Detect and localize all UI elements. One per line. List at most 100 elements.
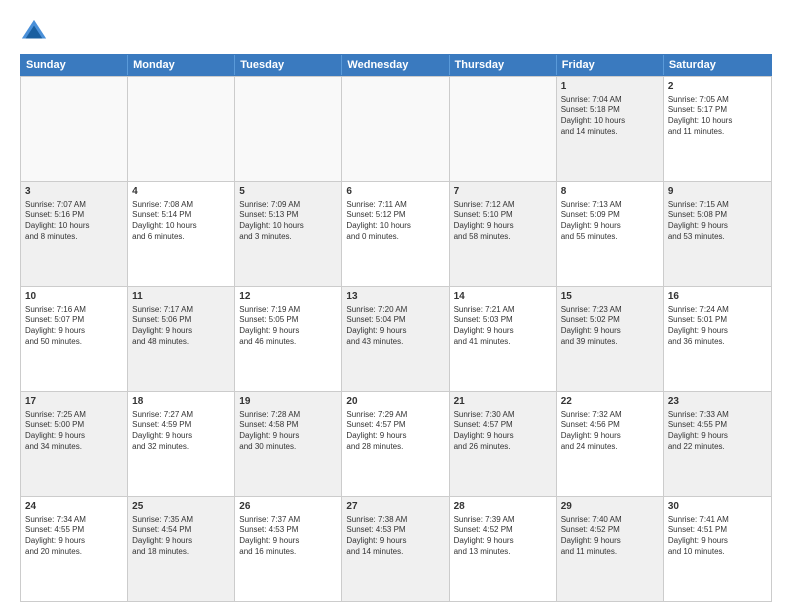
- day-number: 30: [668, 500, 767, 514]
- day-number: 19: [239, 395, 337, 409]
- cell-info: Sunrise: 7:12 AM Sunset: 5:10 PM Dayligh…: [454, 200, 552, 243]
- calendar-cell-16: 16Sunrise: 7:24 AM Sunset: 5:01 PM Dayli…: [664, 287, 771, 391]
- calendar-cell-empty-0-2: [235, 77, 342, 181]
- day-number: 28: [454, 500, 552, 514]
- calendar-cell-18: 18Sunrise: 7:27 AM Sunset: 4:59 PM Dayli…: [128, 392, 235, 496]
- calendar: SundayMondayTuesdayWednesdayThursdayFrid…: [20, 54, 772, 602]
- cell-info: Sunrise: 7:21 AM Sunset: 5:03 PM Dayligh…: [454, 305, 552, 348]
- day-number: 27: [346, 500, 444, 514]
- day-number: 5: [239, 185, 337, 199]
- cell-info: Sunrise: 7:38 AM Sunset: 4:53 PM Dayligh…: [346, 515, 444, 558]
- weekday-header-wednesday: Wednesday: [342, 55, 449, 75]
- calendar-cell-empty-0-3: [342, 77, 449, 181]
- day-number: 20: [346, 395, 444, 409]
- calendar-cell-3: 3Sunrise: 7:07 AM Sunset: 5:16 PM Daylig…: [21, 182, 128, 286]
- cell-info: Sunrise: 7:09 AM Sunset: 5:13 PM Dayligh…: [239, 200, 337, 243]
- day-number: 2: [668, 80, 767, 94]
- day-number: 16: [668, 290, 767, 304]
- calendar-cell-25: 25Sunrise: 7:35 AM Sunset: 4:54 PM Dayli…: [128, 497, 235, 601]
- cell-info: Sunrise: 7:32 AM Sunset: 4:56 PM Dayligh…: [561, 410, 659, 453]
- cell-info: Sunrise: 7:08 AM Sunset: 5:14 PM Dayligh…: [132, 200, 230, 243]
- cell-info: Sunrise: 7:04 AM Sunset: 5:18 PM Dayligh…: [561, 95, 659, 138]
- calendar-cell-7: 7Sunrise: 7:12 AM Sunset: 5:10 PM Daylig…: [450, 182, 557, 286]
- calendar-row-1: 1Sunrise: 7:04 AM Sunset: 5:18 PM Daylig…: [21, 76, 771, 181]
- cell-info: Sunrise: 7:27 AM Sunset: 4:59 PM Dayligh…: [132, 410, 230, 453]
- calendar-cell-24: 24Sunrise: 7:34 AM Sunset: 4:55 PM Dayli…: [21, 497, 128, 601]
- logo-icon: [20, 18, 48, 46]
- calendar-cell-6: 6Sunrise: 7:11 AM Sunset: 5:12 PM Daylig…: [342, 182, 449, 286]
- day-number: 10: [25, 290, 123, 304]
- header: [20, 18, 772, 46]
- cell-info: Sunrise: 7:25 AM Sunset: 5:00 PM Dayligh…: [25, 410, 123, 453]
- day-number: 17: [25, 395, 123, 409]
- calendar-cell-23: 23Sunrise: 7:33 AM Sunset: 4:55 PM Dayli…: [664, 392, 771, 496]
- cell-info: Sunrise: 7:24 AM Sunset: 5:01 PM Dayligh…: [668, 305, 767, 348]
- calendar-cell-15: 15Sunrise: 7:23 AM Sunset: 5:02 PM Dayli…: [557, 287, 664, 391]
- cell-info: Sunrise: 7:40 AM Sunset: 4:52 PM Dayligh…: [561, 515, 659, 558]
- day-number: 22: [561, 395, 659, 409]
- calendar-cell-30: 30Sunrise: 7:41 AM Sunset: 4:51 PM Dayli…: [664, 497, 771, 601]
- calendar-cell-empty-0-0: [21, 77, 128, 181]
- cell-info: Sunrise: 7:30 AM Sunset: 4:57 PM Dayligh…: [454, 410, 552, 453]
- cell-info: Sunrise: 7:37 AM Sunset: 4:53 PM Dayligh…: [239, 515, 337, 558]
- day-number: 26: [239, 500, 337, 514]
- calendar-cell-19: 19Sunrise: 7:28 AM Sunset: 4:58 PM Dayli…: [235, 392, 342, 496]
- day-number: 15: [561, 290, 659, 304]
- cell-info: Sunrise: 7:28 AM Sunset: 4:58 PM Dayligh…: [239, 410, 337, 453]
- cell-info: Sunrise: 7:19 AM Sunset: 5:05 PM Dayligh…: [239, 305, 337, 348]
- cell-info: Sunrise: 7:15 AM Sunset: 5:08 PM Dayligh…: [668, 200, 767, 243]
- day-number: 6: [346, 185, 444, 199]
- weekday-header-tuesday: Tuesday: [235, 55, 342, 75]
- day-number: 29: [561, 500, 659, 514]
- day-number: 11: [132, 290, 230, 304]
- day-number: 13: [346, 290, 444, 304]
- calendar-cell-10: 10Sunrise: 7:16 AM Sunset: 5:07 PM Dayli…: [21, 287, 128, 391]
- day-number: 14: [454, 290, 552, 304]
- calendar-row-2: 3Sunrise: 7:07 AM Sunset: 5:16 PM Daylig…: [21, 181, 771, 286]
- calendar-cell-1: 1Sunrise: 7:04 AM Sunset: 5:18 PM Daylig…: [557, 77, 664, 181]
- calendar-cell-12: 12Sunrise: 7:19 AM Sunset: 5:05 PM Dayli…: [235, 287, 342, 391]
- calendar-cell-2: 2Sunrise: 7:05 AM Sunset: 5:17 PM Daylig…: [664, 77, 771, 181]
- cell-info: Sunrise: 7:29 AM Sunset: 4:57 PM Dayligh…: [346, 410, 444, 453]
- cell-info: Sunrise: 7:23 AM Sunset: 5:02 PM Dayligh…: [561, 305, 659, 348]
- calendar-cell-14: 14Sunrise: 7:21 AM Sunset: 5:03 PM Dayli…: [450, 287, 557, 391]
- calendar-cell-22: 22Sunrise: 7:32 AM Sunset: 4:56 PM Dayli…: [557, 392, 664, 496]
- weekday-header-saturday: Saturday: [664, 55, 771, 75]
- cell-info: Sunrise: 7:17 AM Sunset: 5:06 PM Dayligh…: [132, 305, 230, 348]
- day-number: 9: [668, 185, 767, 199]
- page: SundayMondayTuesdayWednesdayThursdayFrid…: [0, 0, 792, 612]
- day-number: 12: [239, 290, 337, 304]
- cell-info: Sunrise: 7:35 AM Sunset: 4:54 PM Dayligh…: [132, 515, 230, 558]
- calendar-cell-empty-0-4: [450, 77, 557, 181]
- day-number: 7: [454, 185, 552, 199]
- weekday-header-monday: Monday: [128, 55, 235, 75]
- cell-info: Sunrise: 7:16 AM Sunset: 5:07 PM Dayligh…: [25, 305, 123, 348]
- day-number: 4: [132, 185, 230, 199]
- calendar-row-3: 10Sunrise: 7:16 AM Sunset: 5:07 PM Dayli…: [21, 286, 771, 391]
- cell-info: Sunrise: 7:07 AM Sunset: 5:16 PM Dayligh…: [25, 200, 123, 243]
- day-number: 24: [25, 500, 123, 514]
- weekday-header-friday: Friday: [557, 55, 664, 75]
- day-number: 23: [668, 395, 767, 409]
- calendar-cell-29: 29Sunrise: 7:40 AM Sunset: 4:52 PM Dayli…: [557, 497, 664, 601]
- cell-info: Sunrise: 7:34 AM Sunset: 4:55 PM Dayligh…: [25, 515, 123, 558]
- cell-info: Sunrise: 7:39 AM Sunset: 4:52 PM Dayligh…: [454, 515, 552, 558]
- logo: [20, 18, 52, 46]
- cell-info: Sunrise: 7:05 AM Sunset: 5:17 PM Dayligh…: [668, 95, 767, 138]
- cell-info: Sunrise: 7:13 AM Sunset: 5:09 PM Dayligh…: [561, 200, 659, 243]
- cell-info: Sunrise: 7:41 AM Sunset: 4:51 PM Dayligh…: [668, 515, 767, 558]
- calendar-cell-21: 21Sunrise: 7:30 AM Sunset: 4:57 PM Dayli…: [450, 392, 557, 496]
- cell-info: Sunrise: 7:11 AM Sunset: 5:12 PM Dayligh…: [346, 200, 444, 243]
- day-number: 8: [561, 185, 659, 199]
- calendar-cell-5: 5Sunrise: 7:09 AM Sunset: 5:13 PM Daylig…: [235, 182, 342, 286]
- calendar-cell-9: 9Sunrise: 7:15 AM Sunset: 5:08 PM Daylig…: [664, 182, 771, 286]
- day-number: 3: [25, 185, 123, 199]
- day-number: 21: [454, 395, 552, 409]
- calendar-cell-11: 11Sunrise: 7:17 AM Sunset: 5:06 PM Dayli…: [128, 287, 235, 391]
- calendar-cell-20: 20Sunrise: 7:29 AM Sunset: 4:57 PM Dayli…: [342, 392, 449, 496]
- calendar-cell-8: 8Sunrise: 7:13 AM Sunset: 5:09 PM Daylig…: [557, 182, 664, 286]
- calendar-row-5: 24Sunrise: 7:34 AM Sunset: 4:55 PM Dayli…: [21, 496, 771, 601]
- calendar-row-4: 17Sunrise: 7:25 AM Sunset: 5:00 PM Dayli…: [21, 391, 771, 496]
- calendar-cell-17: 17Sunrise: 7:25 AM Sunset: 5:00 PM Dayli…: [21, 392, 128, 496]
- weekday-header-thursday: Thursday: [450, 55, 557, 75]
